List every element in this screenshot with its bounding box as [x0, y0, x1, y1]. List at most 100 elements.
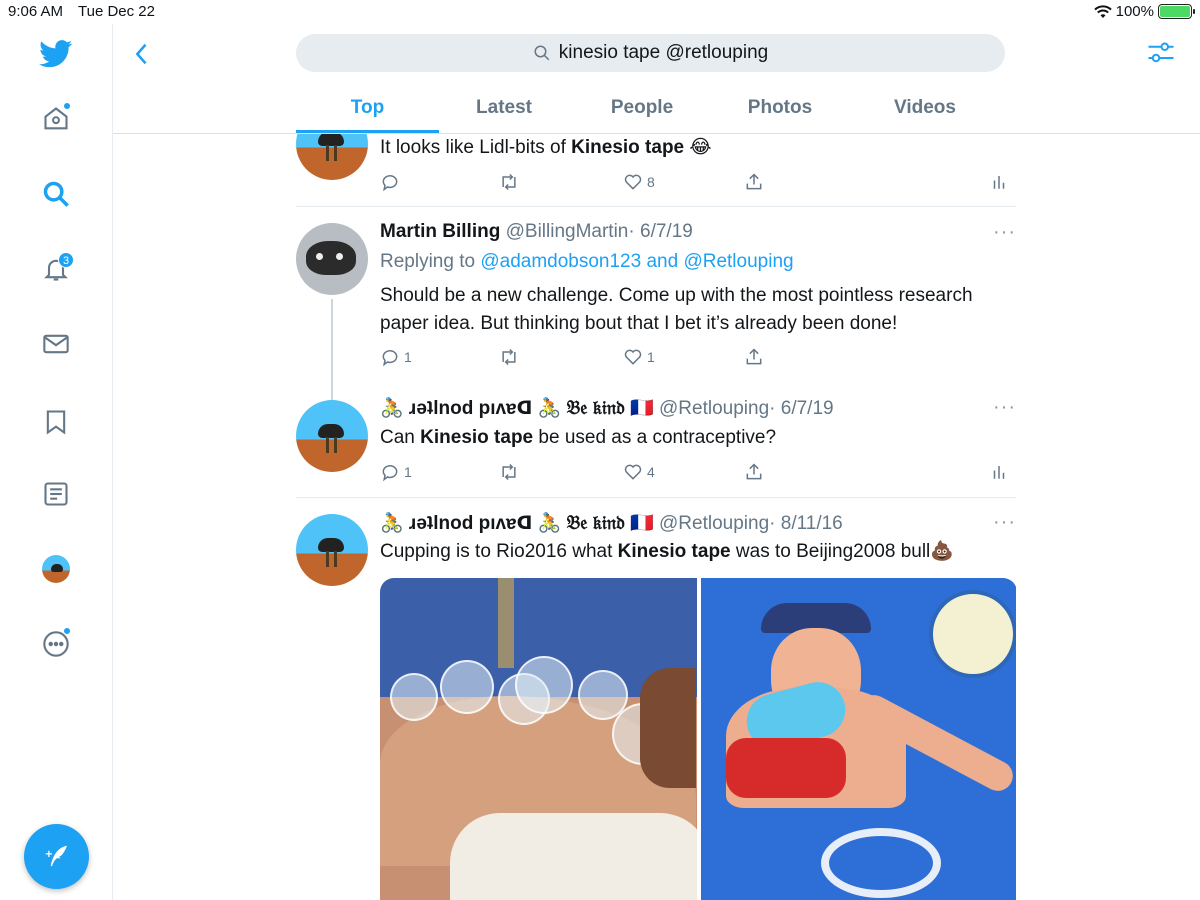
tweet-more-button[interactable]: ···	[993, 221, 1016, 244]
tweet-text-highlight: Kinesio tape	[571, 137, 685, 158]
avatar[interactable]	[296, 514, 368, 586]
tweet[interactable]: Martin Billing @BillingMartin· 6/7/19 ··…	[296, 207, 1016, 464]
like-button[interactable]: 4	[623, 462, 655, 482]
tweet-more-button[interactable]: ···	[993, 396, 1016, 419]
share-icon	[746, 463, 762, 480]
tweet-date[interactable]: · 6/7/19	[769, 398, 833, 419]
explore-button[interactable]	[36, 174, 76, 214]
replying-to-link[interactable]: @adamdobson123 and @Retlouping	[480, 251, 793, 272]
analytics-icon	[993, 176, 1005, 189]
more-button[interactable]	[36, 624, 76, 664]
share-button[interactable]	[744, 462, 764, 482]
tweet-text: Cupping is to Rio2016 what Kinesio tape …	[380, 538, 954, 566]
tweet-header: 🚴 ɹǝʇlnod pıʌɐᗡ 🚴 𝔅𝔢 𝔨𝔦𝔫𝔡 🇫🇷 @Retlouping…	[380, 396, 834, 420]
tab-latest[interactable]: Latest	[439, 88, 569, 133]
tweet-text-part: Can	[380, 427, 421, 448]
volleyball-photo[interactable]	[700, 578, 1016, 900]
sliders-icon	[1148, 42, 1174, 63]
status-date: Tue Dec 22	[78, 3, 155, 20]
reply-count: 1	[404, 464, 412, 480]
author-name[interactable]: 🚴 ɹǝʇlnod pıʌɐᗡ 🚴 𝔅𝔢 𝔨𝔦𝔫𝔡 🇫🇷	[380, 513, 654, 534]
back-button[interactable]	[128, 40, 156, 68]
author-name[interactable]: Martin Billing	[380, 221, 500, 242]
battery-level	[1160, 6, 1190, 17]
tweet-text-line: Should be a new challenge. Come up with …	[380, 285, 973, 306]
status-right: 100%	[1093, 3, 1195, 20]
search-filter-button[interactable]	[1146, 38, 1178, 70]
twitter-logo-button[interactable]	[36, 34, 76, 74]
tab-people[interactable]: People	[569, 88, 715, 133]
like-count: 1	[647, 349, 655, 365]
tab-photos[interactable]: Photos	[715, 88, 845, 133]
bookmarks-button[interactable]	[36, 402, 76, 442]
tweet-text-part: It looks like Lidl-bits of	[380, 137, 572, 158]
retweet-button[interactable]	[498, 462, 520, 482]
compose-tweet-button[interactable]	[24, 824, 89, 889]
retweet-button[interactable]	[498, 347, 520, 367]
author-handle[interactable]: @BillingMartin	[506, 221, 629, 242]
twitter-bird-icon	[39, 40, 73, 68]
tweet-text-highlight: Kinesio tape	[617, 541, 731, 562]
share-icon	[746, 348, 762, 365]
retweet-icon	[502, 173, 516, 191]
compose-feather-icon	[45, 845, 67, 866]
tweet-date[interactable]: · 8/11/16	[769, 513, 843, 534]
tweet-text: Can Kinesio tape be used as a contracept…	[380, 424, 776, 452]
profile-button[interactable]	[36, 549, 76, 589]
status-time: 9:06 AM	[8, 3, 64, 20]
tweet-date[interactable]: · 6/7/19	[628, 221, 692, 242]
author-handle[interactable]: @Retlouping	[659, 513, 769, 534]
reply-icon	[382, 175, 398, 192]
home-new-dot	[63, 102, 71, 110]
search-icon	[534, 45, 550, 61]
share-button[interactable]	[744, 347, 764, 367]
tweet-media[interactable]	[380, 578, 1016, 900]
analytics-button[interactable]	[990, 172, 1008, 192]
tweet[interactable]: 🚴 ɹǝʇlnod pıʌɐᗡ 🚴 𝔅𝔢 𝔨𝔦𝔫𝔡 🇫🇷 @Retlouping…	[296, 498, 1016, 900]
author-name[interactable]: 🚴 ɹǝʇlnod pıʌɐᗡ 🚴 𝔅𝔢 𝔨𝔦𝔫𝔡 🇫🇷	[380, 398, 654, 419]
avatar[interactable]	[296, 134, 368, 180]
battery-percent: 100%	[1115, 3, 1154, 20]
tweet-text-line: paper idea. But thinking bout that I bet…	[380, 313, 898, 334]
search-tabs: Top Latest People Photos Videos	[296, 88, 1005, 133]
heart-icon	[624, 174, 642, 190]
heart-icon	[624, 349, 642, 365]
retweet-button[interactable]	[498, 172, 520, 192]
status-bar: 9:06 AM Tue Dec 22 100%	[0, 0, 1200, 24]
search-bar[interactable]: kinesio tape @retlouping	[296, 34, 1005, 72]
like-button[interactable]: 1	[623, 347, 655, 367]
tweet-text: It looks like Lidl-bits of Kinesio tape …	[380, 134, 712, 162]
home-button[interactable]	[36, 99, 76, 139]
avatar[interactable]	[296, 223, 368, 295]
tab-top[interactable]: Top	[296, 88, 439, 133]
avatar[interactable]	[296, 400, 368, 472]
tweet-text-part: be used as a contraceptive?	[533, 427, 777, 448]
share-icon	[746, 173, 762, 190]
notifications-button[interactable]: 3	[36, 249, 76, 289]
share-button[interactable]	[744, 172, 764, 192]
like-button[interactable]: 8	[623, 172, 655, 192]
search-query[interactable]: kinesio tape @retlouping	[559, 42, 768, 64]
profile-avatar	[42, 555, 70, 583]
messages-button[interactable]	[36, 324, 76, 364]
reply-button[interactable]	[380, 172, 400, 192]
reply-button[interactable]: 1	[380, 462, 412, 482]
retweet-icon	[502, 463, 516, 481]
tweet-text-part: Cupping is to Rio2016 what	[380, 541, 618, 562]
like-count: 4	[647, 464, 655, 480]
tweet-more-button[interactable]: ···	[993, 511, 1016, 534]
lists-button[interactable]	[36, 474, 76, 514]
notifications-badge: 3	[58, 252, 74, 268]
tweet[interactable]: 🚴 ɹǝʇlnod pıʌɐᗡ 🚴 𝔅𝔢 𝔨𝔦𝔫𝔡 🇫🇷 @Retlouping…	[296, 384, 1016, 494]
tweet[interactable]: It looks like Lidl-bits of Kinesio tape …	[296, 134, 1016, 206]
author-handle[interactable]: @Retlouping	[659, 398, 769, 419]
tweet-text-part: 😂	[684, 137, 712, 158]
cupping-photo[interactable]	[380, 578, 697, 900]
reply-button[interactable]: 1	[380, 347, 412, 367]
tab-videos[interactable]: Videos	[845, 88, 1005, 133]
replying-to: Replying to @adamdobson123 and @Retloupi…	[380, 251, 794, 273]
like-count: 8	[647, 174, 655, 190]
more-new-dot	[63, 627, 71, 635]
analytics-button[interactable]	[990, 462, 1008, 482]
tweet-header: Martin Billing @BillingMartin· 6/7/19	[380, 221, 693, 243]
